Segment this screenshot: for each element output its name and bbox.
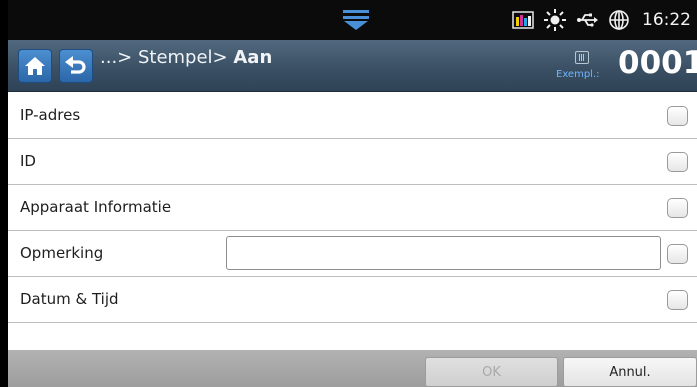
back-button[interactable] [59,49,93,83]
option-label: Datum & Tijd [20,290,119,308]
option-row-ip-address[interactable]: IP-adres [8,93,697,139]
cancel-button[interactable]: Annul. [563,357,697,387]
id-checkbox[interactable] [667,152,688,172]
ok-button[interactable]: OK [425,357,558,387]
ip-address-checkbox[interactable] [667,106,688,126]
option-row-id[interactable]: ID [8,139,697,185]
toner-level-icon[interactable] [512,9,534,31]
button-bar: OK Annul. [8,350,697,387]
breadcrumb-current: Aan [233,47,273,68]
option-label: IP-adres [20,106,81,124]
date-time-checkbox[interactable] [667,290,688,310]
comment-checkbox[interactable] [667,244,688,264]
copies-count[interactable]: 0001 [618,45,697,81]
copies-label: Exempl.: [556,69,600,80]
usb-icon[interactable] [576,9,598,31]
option-label: Apparaat Informatie [20,198,172,216]
back-arrow-icon [65,56,86,74]
option-row-device-info[interactable]: Apparaat Informatie [8,185,697,231]
status-icons: 16:22 [512,9,691,31]
option-row-date-time[interactable]: Datum & Tijd [8,277,697,323]
status-bar: 16:22 [8,0,697,40]
printer-panel-screen: 16:22 ...> Stempel> Aan Exempl.: 0001 IP… [8,0,697,387]
brightness-icon[interactable] [544,9,566,31]
clock: 16:22 [642,10,691,30]
home-icon [25,57,45,75]
breadcrumb-path: ...> Stempel> [100,47,234,68]
breadcrumb: ...> Stempel> Aan [100,47,272,68]
stamp-options-list: IP-adres ID Apparaat Informatie Opmerkin… [8,93,697,323]
option-row-comment[interactable]: Opmerking [8,231,697,277]
title-bar: ...> Stempel> Aan Exempl.: 0001 [8,40,697,92]
option-label: Opmerking [20,244,104,262]
globe-icon[interactable] [608,9,630,31]
device-info-checkbox[interactable] [667,198,688,218]
copies-icon [575,51,589,64]
option-label: ID [20,152,36,170]
chevron-down-icon[interactable] [342,9,370,31]
home-button[interactable] [18,49,52,83]
comment-input[interactable] [226,236,661,270]
